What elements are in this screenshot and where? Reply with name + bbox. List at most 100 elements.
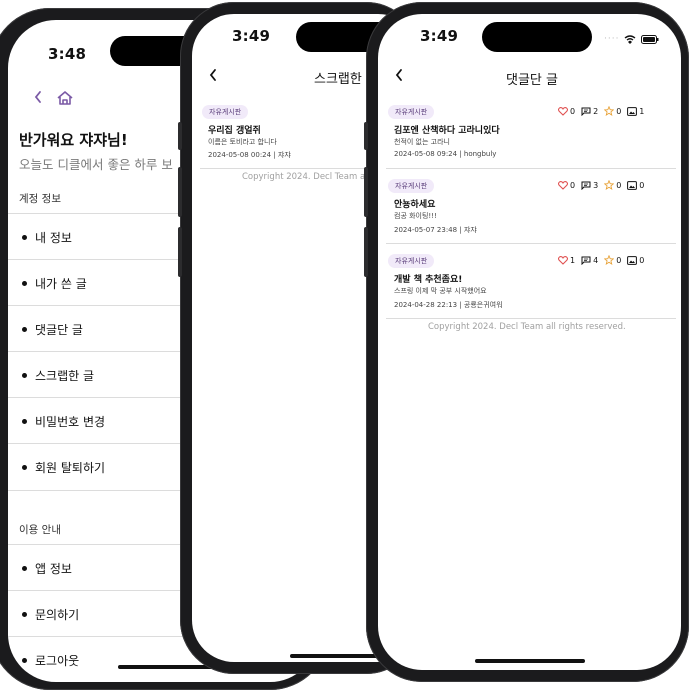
- board-tag: 자유게시판: [388, 105, 435, 119]
- post-title: 안뇽하세요: [394, 200, 436, 210]
- back-button[interactable]: [394, 68, 404, 86]
- comment-icon: [581, 256, 591, 265]
- home-icon: [57, 91, 73, 105]
- star-icon: [604, 255, 615, 265]
- post-stats: 0 3 0 0: [558, 180, 644, 190]
- menu-item-label: 비밀번호 변경: [35, 414, 106, 429]
- image-count: 0: [639, 255, 645, 265]
- post-meta: 2024-05-08 09:24 | hongbuly: [394, 150, 497, 158]
- side-button: [178, 122, 182, 150]
- heart-icon: [558, 255, 568, 265]
- image-count: 0: [639, 180, 645, 190]
- back-button[interactable]: [208, 68, 218, 86]
- bullet-icon: [22, 372, 27, 378]
- comment-count: 4: [593, 255, 599, 265]
- bullet-icon: [22, 326, 27, 332]
- status-time: 3:49: [420, 27, 459, 45]
- comment-count: 3: [593, 180, 599, 190]
- menu-item-label: 내 정보: [35, 230, 72, 245]
- greeting-subtitle: 오늘도 디클에서 좋은 하루 보: [19, 157, 173, 172]
- greeting-title: 반가워요 쟈쟈님!: [19, 131, 128, 149]
- divider: [386, 243, 676, 244]
- menu-item-label: 내가 쓴 글: [35, 276, 87, 291]
- post-body: 스프링 이제 막 공부 시작했어요: [394, 287, 487, 295]
- image-icon: [627, 180, 638, 190]
- like-stat[interactable]: 0: [558, 181, 575, 190]
- wifi-icon: [625, 34, 636, 44]
- image-count: 1: [639, 106, 645, 116]
- side-button: [178, 167, 182, 217]
- heart-icon: [558, 106, 568, 116]
- bullet-icon: [22, 280, 27, 286]
- post-meta: 2024-04-28 22:13 | 공룡은귀여워: [394, 301, 503, 309]
- post-stats: 1 4 0 0: [558, 255, 644, 265]
- dynamic-island: [482, 22, 592, 52]
- side-button: [364, 122, 368, 150]
- comment-count: 2: [593, 106, 599, 116]
- home-button[interactable]: [56, 90, 74, 110]
- like-stat[interactable]: 0: [558, 107, 575, 116]
- scrap-count: 0: [616, 106, 622, 116]
- post-body: 이름은 토비라고 합니다: [208, 138, 277, 146]
- side-button: [178, 227, 182, 277]
- bullet-icon: [22, 657, 27, 663]
- star-icon: [604, 180, 615, 190]
- chevron-left-icon: [395, 69, 402, 81]
- page-title: 댓글단 글: [506, 73, 558, 88]
- menu-item-label: 스크랩한 글: [35, 368, 95, 383]
- scrap-count: 0: [616, 255, 622, 265]
- side-button: [364, 167, 368, 217]
- post-title: 개발 책 추천좀요!: [394, 275, 463, 285]
- post-meta: 2024-05-08 00:24 | 쟈쟈: [208, 151, 291, 159]
- comment-stat[interactable]: 3: [581, 181, 598, 190]
- phone-frame-commented: 3:49 ···· 댓글단 글 자유게시판 0 2 0 1 김포엔 산책하다 고…: [364, 2, 689, 682]
- image-stat: 1: [627, 107, 644, 116]
- image-stat: 0: [627, 181, 644, 190]
- scrap-count: 0: [616, 180, 622, 190]
- scrap-stat[interactable]: 0: [604, 106, 621, 116]
- bullet-icon: [22, 418, 27, 424]
- signal-icon: ····: [604, 34, 620, 44]
- heart-icon: [558, 180, 568, 190]
- back-button[interactable]: [33, 90, 43, 108]
- board-tag: 자유게시판: [388, 179, 435, 193]
- comment-stat[interactable]: 4: [581, 256, 598, 265]
- board-tag: 자유게시판: [202, 105, 249, 119]
- bullet-icon: [22, 611, 27, 617]
- post-title: 김포엔 산책하다 고라니있다: [394, 126, 500, 136]
- chevron-left-icon: [34, 91, 41, 103]
- section-label-info: 이용 안내: [19, 524, 61, 536]
- like-count: 0: [570, 180, 576, 190]
- like-stat[interactable]: 1: [558, 256, 575, 265]
- post-meta: 2024-05-07 23:48 | 쟈쟈: [394, 226, 477, 234]
- status-time: 3:48: [48, 45, 87, 63]
- post-body: 컴공 화이팅!!!: [394, 212, 437, 220]
- bullet-icon: [22, 234, 27, 240]
- battery-icon: [641, 34, 659, 44]
- image-stat: 0: [627, 256, 644, 265]
- menu-item-label: 댓글단 글: [35, 322, 83, 337]
- divider: [386, 318, 676, 319]
- comment-icon: [581, 107, 591, 116]
- board-tag: 자유게시판: [388, 254, 435, 268]
- post-stats: 0 2 0 1: [558, 106, 644, 116]
- comment-icon: [581, 181, 591, 190]
- image-icon: [627, 255, 638, 265]
- chevron-left-icon: [209, 69, 216, 81]
- bullet-icon: [22, 565, 27, 571]
- comment-stat[interactable]: 2: [581, 107, 598, 116]
- post-body: 천적이 없는 고라니: [394, 138, 450, 146]
- post-title: 우리집 갱얼쥐: [208, 126, 261, 136]
- scrap-stat[interactable]: 0: [604, 255, 621, 265]
- star-icon: [604, 106, 615, 116]
- menu-item-label: 앱 정보: [35, 561, 72, 576]
- menu-item-label: 로그아웃: [35, 653, 80, 668]
- scrap-stat[interactable]: 0: [604, 180, 621, 190]
- section-label-account: 계정 정보: [19, 193, 61, 205]
- copyright: Copyright 2024. Decl Team all rights res…: [428, 322, 626, 332]
- screen: 3:49 ···· 댓글단 글 자유게시판 0 2 0 1 김포엔 산책하다 고…: [378, 14, 681, 670]
- status-icons: ····: [604, 34, 659, 44]
- like-count: 0: [570, 106, 576, 116]
- bullet-icon: [22, 464, 27, 470]
- menu-item-label: 문의하기: [35, 607, 80, 622]
